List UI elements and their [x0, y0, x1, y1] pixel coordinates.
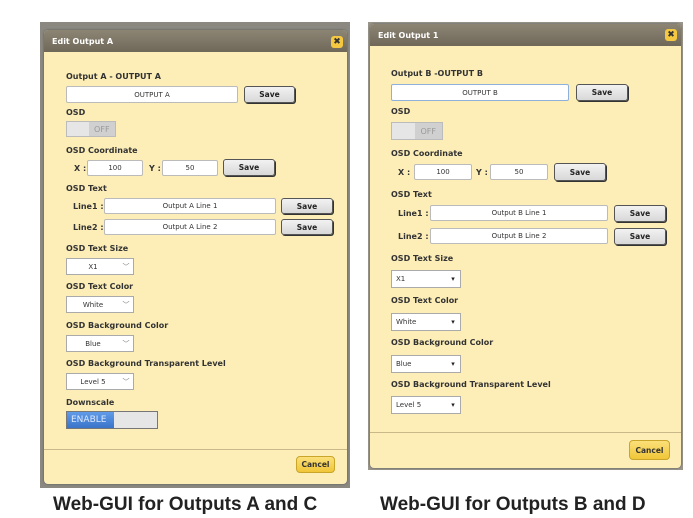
y-label: Y : — [149, 164, 161, 173]
osd-toggle-state: OFF — [414, 123, 442, 139]
y-coordinate-input[interactable]: 50 — [490, 164, 548, 180]
dialog-title-bar: Edit Output A — [44, 30, 347, 52]
chevron-down-icon: ﹀ — [122, 377, 130, 386]
osd-background-color-label: OSD Background Color — [391, 338, 494, 347]
select-value: Blue — [85, 339, 101, 348]
osd-coordinate-label: OSD Coordinate — [66, 146, 138, 155]
caption-b: Web-GUI for Outputs B and D — [380, 494, 646, 515]
select-value: Level 5 — [396, 401, 422, 409]
close-icon[interactable]: ✖ — [665, 29, 677, 41]
osd-toggle-state: OFF — [88, 122, 115, 136]
line2-label: Line2 : — [398, 232, 429, 241]
line2-input[interactable]: Output B Line 2 — [430, 228, 608, 244]
line2-input[interactable]: Output A Line 2 — [104, 219, 276, 235]
dialog-title: Edit Output 1 — [378, 30, 439, 40]
chevron-down-icon: ﹀ — [122, 339, 130, 348]
osd-toggle[interactable]: OFF — [66, 121, 116, 137]
osd-background-color-select[interactable]: Blue ▾ — [391, 355, 461, 373]
osd-text-color-label: OSD Text Color — [391, 296, 459, 305]
cancel-button[interactable]: Cancel — [629, 440, 670, 460]
line1-label: Line1 : — [398, 209, 429, 218]
save-line2-button[interactable]: Save — [614, 228, 666, 245]
dialog-title: Edit Output A — [52, 36, 114, 46]
osd-coordinate-label: OSD Coordinate — [391, 149, 463, 158]
caret-down-icon: ▾ — [451, 275, 455, 283]
select-value: X1 — [396, 275, 406, 283]
x-coordinate-input[interactable]: 100 — [87, 160, 143, 176]
downscale-toggle-state: ENABLE — [67, 412, 114, 428]
osd-label: OSD — [66, 108, 86, 117]
osd-background-color-select[interactable]: Blue ﹀ — [66, 335, 134, 352]
y-coordinate-input[interactable]: 50 — [162, 160, 218, 176]
select-value: X1 — [88, 262, 98, 271]
y-label: Y : — [476, 168, 488, 177]
select-value: White — [396, 318, 417, 326]
osd-background-color-label: OSD Background Color — [66, 321, 169, 330]
save-coordinate-button[interactable]: Save — [223, 159, 275, 176]
line1-input[interactable]: Output B Line 1 — [430, 205, 608, 221]
save-coordinate-button[interactable]: Save — [554, 163, 606, 181]
osd-transparent-level-select[interactable]: Level 5 ﹀ — [66, 373, 134, 390]
caption-a: Web-GUI for Outputs A and C — [53, 494, 318, 515]
divider — [44, 449, 347, 450]
osd-text-label: OSD Text — [66, 184, 107, 193]
cancel-button[interactable]: Cancel — [296, 456, 335, 473]
osd-transparent-level-select[interactable]: Level 5 ▾ — [391, 396, 461, 414]
osd-text-size-label: OSD Text Size — [66, 244, 129, 253]
line1-label: Line1 : — [73, 202, 104, 211]
downscale-label: Downscale — [66, 398, 115, 407]
save-line1-button[interactable]: Save — [614, 205, 666, 222]
divider — [370, 432, 681, 433]
x-label: X : — [398, 168, 411, 177]
caret-down-icon: ▾ — [451, 318, 455, 326]
x-coordinate-input[interactable]: 100 — [414, 164, 472, 180]
save-line2-button[interactable]: Save — [281, 219, 333, 235]
line1-input[interactable]: Output A Line 1 — [104, 198, 276, 214]
output-name-input[interactable]: OUTPUT A — [66, 86, 238, 103]
osd-text-label: OSD Text — [391, 190, 432, 199]
select-value: White — [82, 300, 104, 309]
x-label: X : — [74, 164, 87, 173]
downscale-toggle[interactable]: ENABLE — [66, 411, 158, 429]
osd-transparent-level-label: OSD Background Transparent Level — [66, 359, 226, 368]
close-icon[interactable]: ✖ — [331, 36, 343, 48]
save-name-button[interactable]: Save — [244, 86, 295, 103]
select-value: Level 5 — [80, 377, 106, 386]
osd-text-color-label: OSD Text Color — [66, 282, 134, 291]
chevron-down-icon: ﹀ — [122, 262, 130, 271]
select-value: Blue — [396, 360, 412, 368]
caret-down-icon: ▾ — [451, 401, 455, 409]
save-line1-button[interactable]: Save — [281, 198, 333, 214]
osd-toggle[interactable]: OFF — [391, 122, 443, 140]
osd-transparent-level-label: OSD Background Transparent Level — [391, 380, 551, 389]
output-name-label: Output B -OUTPUT B — [391, 69, 484, 78]
dialog-title-bar: Edit Output 1 — [370, 24, 681, 46]
output-name-label: Output A - OUTPUT A — [66, 72, 161, 81]
line2-label: Line2 : — [73, 223, 104, 232]
osd-text-color-select[interactable]: White ▾ — [391, 313, 461, 331]
osd-text-size-select[interactable]: X1 ﹀ — [66, 258, 134, 275]
osd-text-color-select[interactable]: White ﹀ — [66, 296, 134, 313]
chevron-down-icon: ﹀ — [122, 300, 130, 309]
osd-text-size-select[interactable]: X1 ▾ — [391, 270, 461, 288]
save-name-button[interactable]: Save — [576, 84, 628, 101]
osd-label: OSD — [391, 107, 411, 116]
caret-down-icon: ▾ — [451, 360, 455, 368]
output-name-input[interactable]: OUTPUT B — [391, 84, 569, 101]
osd-text-size-label: OSD Text Size — [391, 254, 454, 263]
